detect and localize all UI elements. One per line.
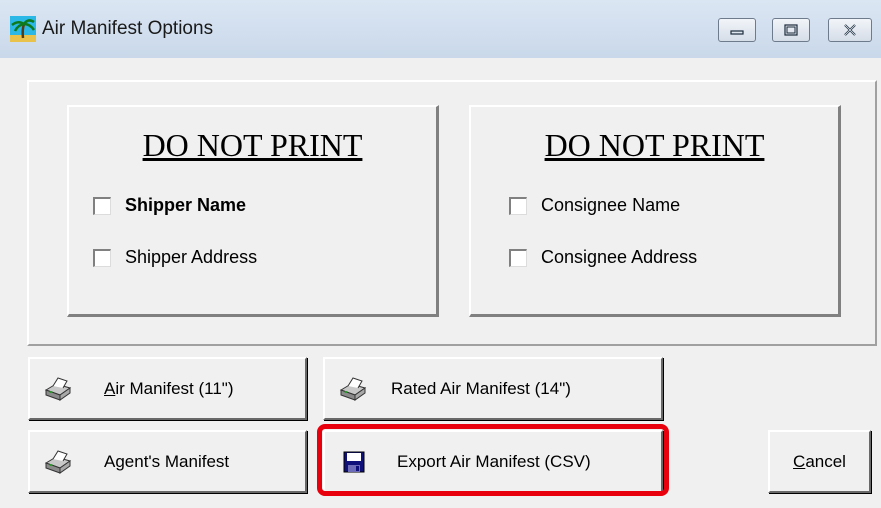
shipper-name-checkbox[interactable] xyxy=(93,196,111,215)
consignee-name-label: Consignee Name xyxy=(541,195,681,215)
air-manifest-mnemonic: A xyxy=(104,378,116,398)
minimize-button[interactable] xyxy=(718,18,756,42)
shipper-address-option[interactable]: Shipper Address xyxy=(93,247,257,268)
shipper-group: DO NOT PRINT Shipper Name Shipper Addres… xyxy=(67,105,439,317)
rated-air-manifest-label: Rated Air Manifest (14") xyxy=(391,378,571,398)
dialog-body: DO NOT PRINT Shipper Name Shipper Addres… xyxy=(0,58,881,508)
cancel-label: ancel xyxy=(805,451,846,471)
printer-icon xyxy=(44,449,72,474)
close-button[interactable] xyxy=(828,18,872,42)
maximize-button[interactable] xyxy=(772,18,810,42)
title-bar[interactable]: Air Manifest Options xyxy=(0,0,881,59)
air-manifest-button[interactable]: Air Manifest (11") xyxy=(28,357,307,420)
rated-air-manifest-button[interactable]: Rated Air Manifest (14") xyxy=(323,357,663,420)
cancel-mnemonic: C xyxy=(793,451,806,471)
consignee-group: DO NOT PRINT Consignee Name Consignee Ad… xyxy=(469,105,841,317)
minimize-icon xyxy=(730,30,744,35)
shipper-name-label: Shipper Name xyxy=(125,195,247,215)
palm-tree-icon xyxy=(10,16,36,42)
shipper-address-label: Shipper Address xyxy=(125,247,258,267)
options-panel: DO NOT PRINT Shipper Name Shipper Addres… xyxy=(27,80,877,346)
air-manifest-label: ir Manifest (11") xyxy=(115,378,234,398)
printer-icon xyxy=(44,376,72,401)
cancel-button[interactable]: Cancel xyxy=(768,430,871,493)
window-title: Air Manifest Options xyxy=(42,18,214,39)
close-icon xyxy=(844,24,856,36)
agents-manifest-label: Agent's Manifest xyxy=(104,451,230,471)
group-title: DO NOT PRINT xyxy=(142,127,363,163)
consignee-name-option[interactable]: Consignee Name xyxy=(509,195,680,216)
printer-icon xyxy=(339,376,367,401)
shipper-address-checkbox[interactable] xyxy=(93,248,111,267)
consignee-name-checkbox[interactable] xyxy=(509,196,527,215)
shipper-name-option[interactable]: Shipper Name xyxy=(93,195,246,216)
highlight-box xyxy=(317,424,669,496)
maximize-icon xyxy=(784,24,798,36)
consignee-address-checkbox[interactable] xyxy=(509,248,527,267)
consignee-address-option[interactable]: Consignee Address xyxy=(509,247,697,268)
consignee-address-label: Consignee Address xyxy=(541,247,698,267)
agents-manifest-button[interactable]: Agent's Manifest xyxy=(28,430,307,493)
group-title: DO NOT PRINT xyxy=(544,127,765,163)
